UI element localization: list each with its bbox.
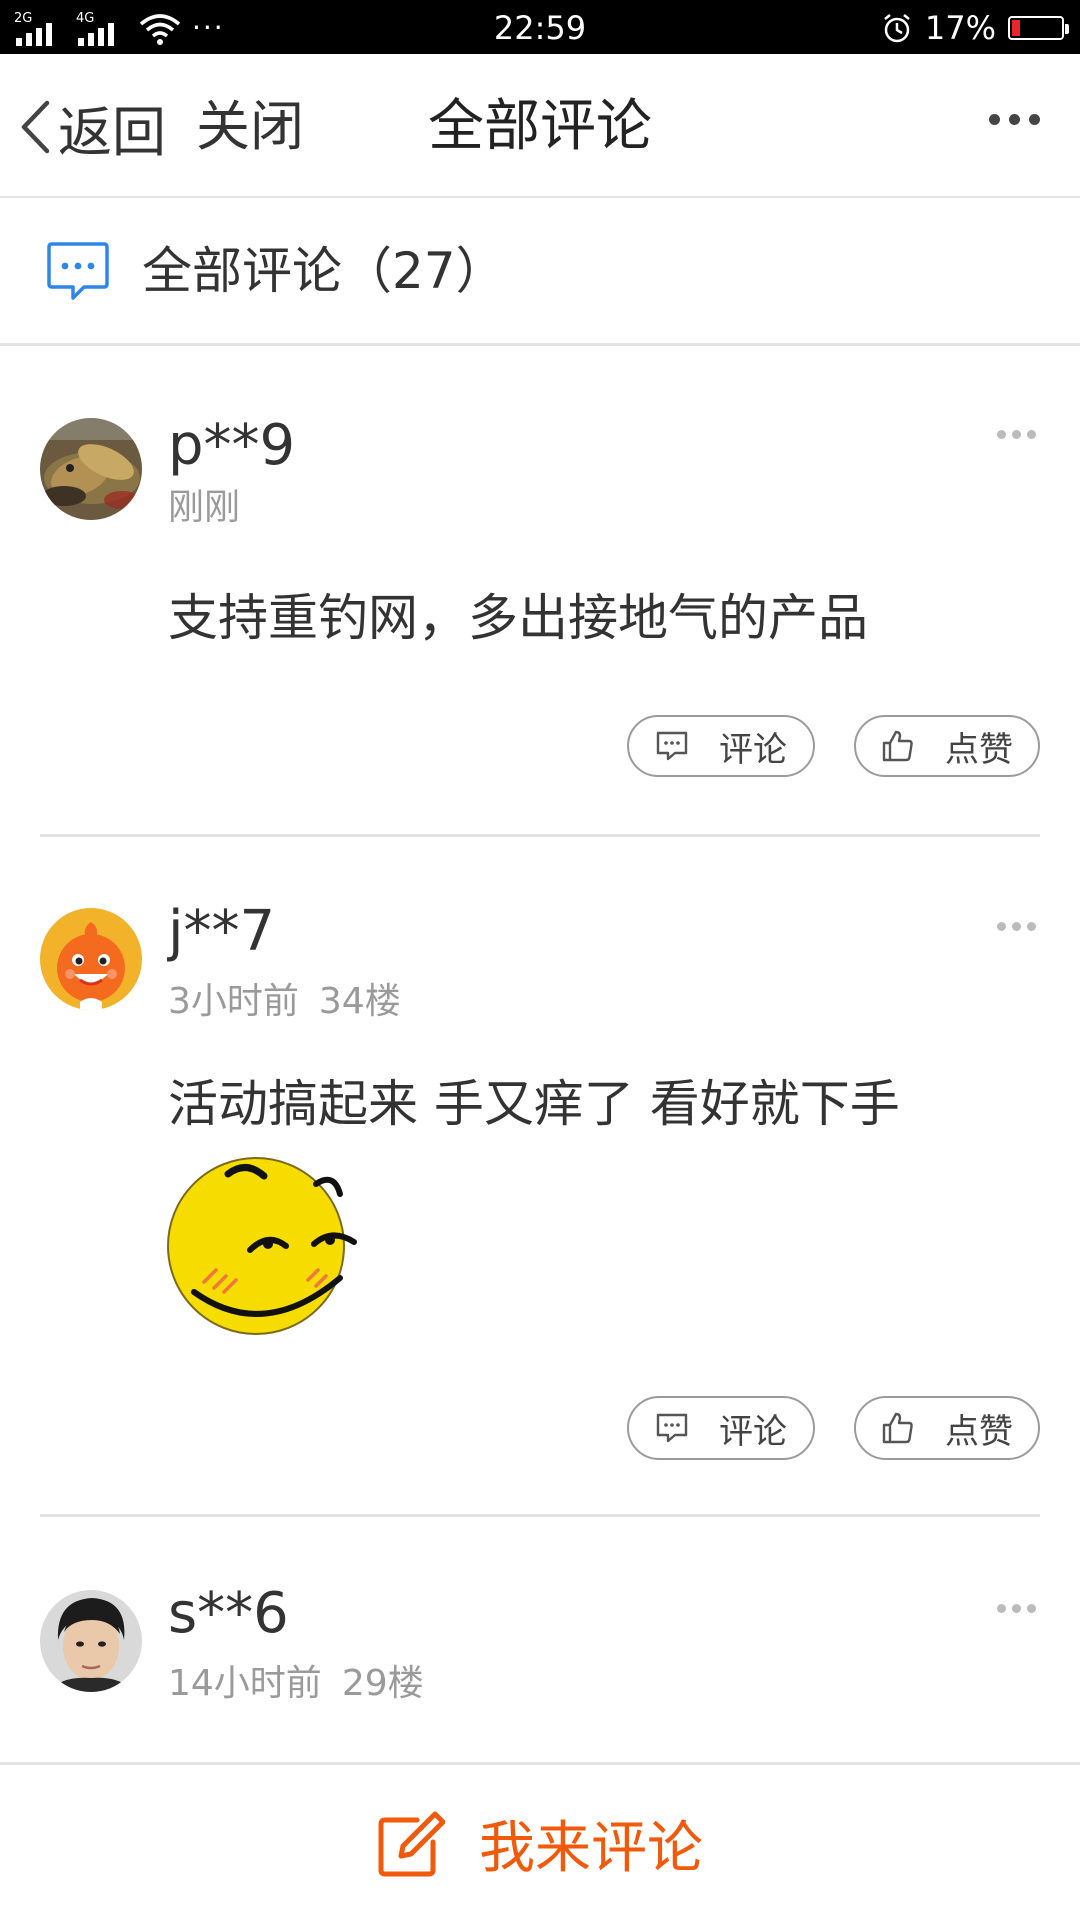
comment-text: 支持重钓网，多出接地气的产品 [168,589,868,647]
comment-meta: 3小时前 34楼 [168,980,401,1024]
reply-button[interactable]: 评论 [627,1396,815,1460]
alarm-icon [884,14,910,43]
comment-username[interactable]: p**9 [168,414,295,478]
thumbs-up-icon [882,1412,913,1444]
edit-icon [378,1811,445,1877]
comments-count-title: 全部评论（27） [142,242,506,300]
status-bar: 2G 4G ··· 22:59 17% [0,0,1080,54]
comment-username[interactable]: j**7 [168,900,275,964]
smirk-emoji-sticker [167,1157,357,1335]
write-comment-button[interactable]: 我来评论 [0,1803,1080,1883]
write-comment-bar: 我来评论 [0,1762,1080,1920]
avatar[interactable] [40,908,142,1010]
comment-floor: 34楼 [318,981,401,1022]
comment-icon [656,1413,688,1443]
battery-icon [1008,16,1069,40]
comment-meta: 刚刚 [168,486,240,530]
comment-more-icon[interactable] [997,922,1036,931]
like-button[interactable]: 点赞 [854,715,1040,777]
comment-item: j**7 3小时前 34楼 活动搞起来 手又痒了 看好就下手 评论 点赞 [0,836,1080,1518]
avatar[interactable] [40,1590,142,1692]
divider [40,1514,1040,1517]
comment-time: 14小时前 [168,1663,322,1704]
page-title: 全部评论 [428,94,652,159]
write-comment-label: 我来评论 [479,1815,703,1881]
comment-item: p**9 刚刚 支持重钓网，多出接地气的产品 评论 点赞 [0,346,1080,837]
comment-icon [656,731,688,761]
comment-text: 活动搞起来 手又痒了 看好就下手 [168,1075,900,1133]
like-button[interactable]: 点赞 [854,1396,1040,1460]
comment-more-icon[interactable] [997,1604,1036,1613]
like-label: 点赞 [945,1411,1013,1452]
like-label: 点赞 [945,729,1013,770]
comment-meta: 14小时前 29楼 [168,1662,424,1706]
battery-level [1012,20,1020,36]
comment-username[interactable]: s**6 [168,1582,289,1646]
reply-label: 评论 [719,729,787,770]
reply-button[interactable]: 评论 [627,715,815,777]
battery-percent: 17% [924,9,996,47]
comment-bubble-icon [47,242,109,300]
comments-header: 全部评论（27） [0,198,1080,346]
thumbs-up-icon [882,730,913,762]
reply-label: 评论 [719,1411,787,1452]
comment-time: 刚刚 [168,487,241,528]
avatar[interactable] [40,418,142,520]
comment-floor: 29楼 [341,1663,424,1704]
comment-item: s**6 14小时前 29楼 [0,1518,1080,1762]
more-icon[interactable] [989,114,1040,125]
comment-time: 3小时前 [168,981,299,1022]
nav-bar: 返回 关闭 全部评论 [0,54,1080,198]
status-right: 17% [881,8,1069,48]
comment-more-icon[interactable] [997,430,1036,439]
